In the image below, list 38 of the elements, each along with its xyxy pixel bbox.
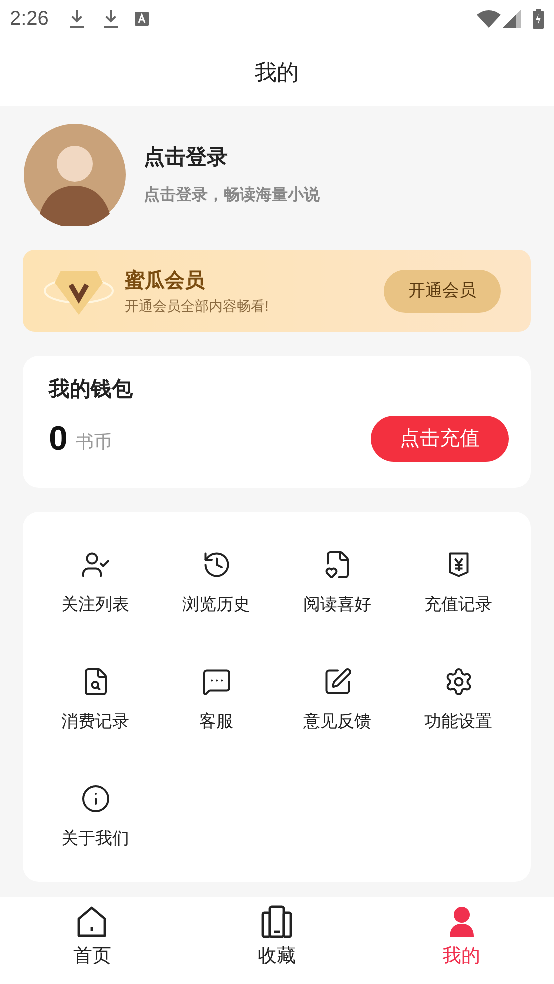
- status-time: 2:26: [10, 7, 49, 32]
- login-title[interactable]: 点击登录: [144, 142, 320, 174]
- chat-bubble-icon: [202, 667, 232, 697]
- vip-title: 蜜瓜会员: [125, 268, 206, 294]
- menu-item[interactable]: 充值记录: [398, 534, 519, 651]
- menu-item[interactable]: 关注列表: [35, 534, 156, 651]
- app-notification-icon: [134, 12, 149, 26]
- coin-unit: 书币: [76, 431, 112, 454]
- download-icon: [68, 9, 85, 29]
- menu-item[interactable]: 浏览历史: [156, 534, 277, 651]
- page-title: 我的: [255, 58, 299, 86]
- home-icon: [76, 905, 108, 939]
- menu-item[interactable]: 功能设置: [398, 651, 519, 768]
- wallet-title: 我的钱包: [49, 377, 134, 403]
- nav-tab[interactable]: 首页: [0, 897, 185, 984]
- clock-icon: [202, 550, 232, 580]
- info-icon: [80, 784, 110, 814]
- bookshelf-icon: [261, 905, 293, 939]
- download-icon: [102, 9, 119, 29]
- signal-icon: [503, 10, 521, 28]
- battery-icon: [533, 9, 544, 29]
- menu-item[interactable]: 客服: [156, 651, 277, 768]
- avatar[interactable]: [24, 124, 126, 226]
- edit-icon: [322, 667, 352, 697]
- wifi-icon: [477, 10, 501, 28]
- coin-balance: 0: [49, 422, 68, 456]
- user-check-icon: [80, 550, 110, 580]
- nav-tab[interactable]: 收藏: [184, 897, 370, 984]
- nav-tab[interactable]: 我的: [369, 897, 554, 984]
- vip-banner[interactable]: 蜜瓜会员 开通会员全部内容畅看! 开通会员: [23, 250, 531, 332]
- menu-item[interactable]: 消费记录: [35, 651, 156, 768]
- menu-item[interactable]: 关于我们: [35, 768, 156, 885]
- recharge-button[interactable]: 点击充值: [371, 416, 509, 462]
- menu-item[interactable]: 阅读喜好: [277, 534, 398, 651]
- login-subtitle: 点击登录，畅读海量小说: [144, 186, 320, 206]
- open-vip-button[interactable]: 开通会员: [384, 270, 501, 312]
- vip-subtitle: 开通会员全部内容畅看!: [125, 296, 270, 316]
- menu-item[interactable]: 意见反馈: [277, 651, 398, 768]
